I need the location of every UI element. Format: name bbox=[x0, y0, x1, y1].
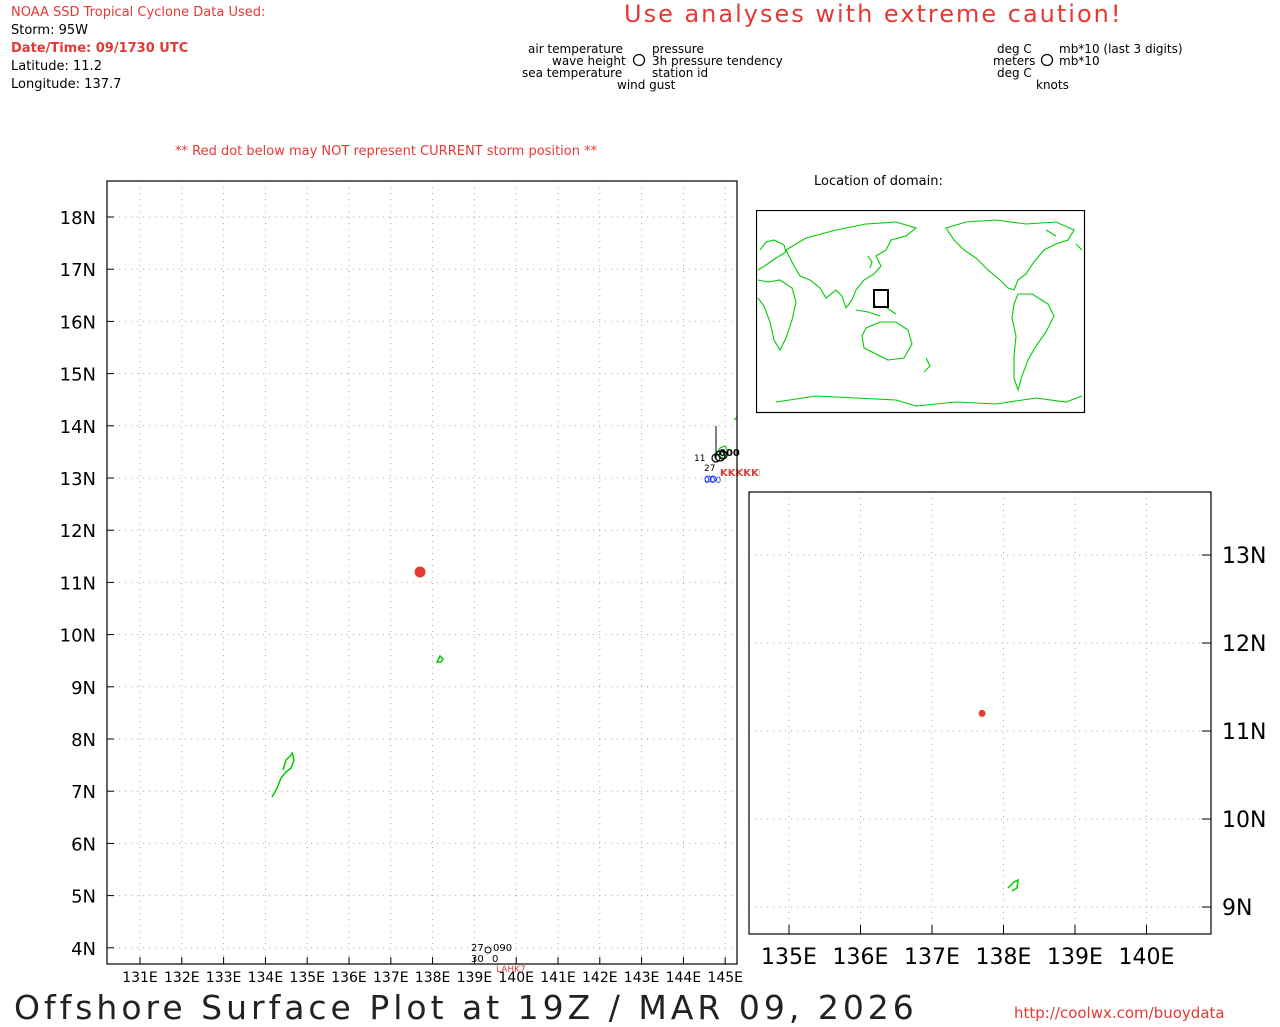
unit-knots: knots bbox=[1036, 78, 1069, 92]
palau-coastline bbox=[271, 751, 295, 798]
main-lon-label: 145E bbox=[707, 970, 743, 986]
main-lon-label: 142E bbox=[582, 970, 618, 986]
main-lat-label: 8N bbox=[71, 730, 96, 751]
main-lat-label: 12N bbox=[60, 521, 96, 542]
inset-yap-coastline bbox=[1007, 878, 1019, 892]
main-lon-label: 131E bbox=[122, 970, 158, 986]
south-gust: 0 bbox=[492, 954, 498, 965]
svg-text:000: 000 bbox=[704, 476, 721, 486]
south-station-id: LAHK7 bbox=[496, 965, 526, 975]
main-lon-label: 136E bbox=[331, 970, 367, 986]
inset-lon-label: 135E bbox=[761, 945, 817, 970]
main-lat-label: 10N bbox=[60, 626, 96, 647]
inset-lon-label: 136E bbox=[833, 945, 889, 970]
main-lat-label: 4N bbox=[71, 939, 96, 960]
yap-coastline bbox=[435, 654, 444, 663]
station-cluster-guam: 000 11 27 KKKKKK7 000 bbox=[694, 426, 760, 486]
main-lat-label: 15N bbox=[60, 365, 96, 386]
main-lon-label: 144E bbox=[666, 970, 702, 986]
main-map-lat-labels: 18N 17N 16N 15N 14N 13N 12N 11N 10N 9N 8N 7N 6N 5N 4N bbox=[60, 208, 96, 960]
storm-position-dot bbox=[414, 566, 426, 578]
main-lat-label: 13N bbox=[60, 469, 96, 490]
main-lon-label: 143E bbox=[624, 970, 660, 986]
world-locator-map bbox=[756, 210, 1086, 414]
main-lon-label: 138E bbox=[415, 970, 451, 986]
cluster-station-id: KKKKKK7 bbox=[720, 468, 760, 479]
main-lat-label: 9N bbox=[71, 678, 96, 699]
unit-circle-icon bbox=[1040, 53, 1054, 67]
main-lat-label: 14N bbox=[60, 417, 96, 438]
main-lat-label: 16N bbox=[60, 312, 96, 333]
main-lon-label: 132E bbox=[164, 970, 200, 986]
main-lat-label: 17N bbox=[60, 260, 96, 281]
inset-lat-label: 12N bbox=[1222, 632, 1266, 657]
south-air-temp: 27 bbox=[471, 943, 484, 954]
inset-lat-label: 9N bbox=[1222, 896, 1252, 921]
main-lon-label: 141E bbox=[540, 970, 576, 986]
main-lon-label: 137E bbox=[373, 970, 409, 986]
inset-lon-label: 140E bbox=[1119, 945, 1175, 970]
main-lat-label: 18N bbox=[60, 208, 96, 229]
inset-lat-label: 13N bbox=[1222, 544, 1266, 569]
main-map-lon-labels: 131E 132E 133E 134E 135E 136E 137E 138E 139E 140E… bbox=[122, 970, 743, 986]
main-lon-label: 139E bbox=[457, 970, 493, 986]
main-lat-label: 7N bbox=[71, 782, 96, 803]
plot-title: Offshore Surface Plot at 19Z / MAR 09, 2… bbox=[14, 988, 918, 1027]
south-sea-temp: 30 bbox=[471, 954, 484, 965]
main-lat-label: 5N bbox=[71, 887, 96, 908]
main-lon-label: 134E bbox=[248, 970, 284, 986]
south-pressure: 090 bbox=[493, 943, 512, 954]
cluster-pressure: 11 bbox=[694, 454, 705, 464]
main-lat-label: 6N bbox=[71, 834, 96, 855]
main-lon-label: 133E bbox=[206, 970, 242, 986]
inset-lon-label: 139E bbox=[1047, 945, 1103, 970]
cluster-air-temp: 27 bbox=[704, 464, 715, 474]
source-url-link[interactable]: http://coolwx.com/buoydata bbox=[1014, 1004, 1225, 1022]
main-lon-label: 135E bbox=[289, 970, 325, 986]
unit-mb: mb*10 bbox=[1059, 54, 1100, 68]
location-of-domain-label: Location of domain: bbox=[814, 174, 943, 189]
inset-map: 13N 12N 11N 10N 9N 135E 136E 137E 138E 139E 140E bbox=[748, 491, 1266, 970]
main-map: 18N17N16N15N14N13N12N11N10N9N8N7N6N5N4N … bbox=[60, 180, 760, 986]
inset-lon-label: 137E bbox=[904, 945, 960, 970]
inset-lat-label: 11N bbox=[1222, 720, 1266, 745]
inset-map-lat-labels: 13N 12N 11N 10N 9N bbox=[1222, 544, 1266, 921]
unit-deg-c-bottom: deg C bbox=[997, 66, 1032, 80]
inset-lon-label: 138E bbox=[976, 945, 1032, 970]
inset-map-lon-labels: 135E 136E 137E 138E 139E 140E bbox=[761, 945, 1174, 970]
inset-storm-dot bbox=[978, 709, 986, 717]
inset-lat-label: 10N bbox=[1222, 808, 1266, 833]
main-lat-label: 11N bbox=[60, 573, 96, 594]
